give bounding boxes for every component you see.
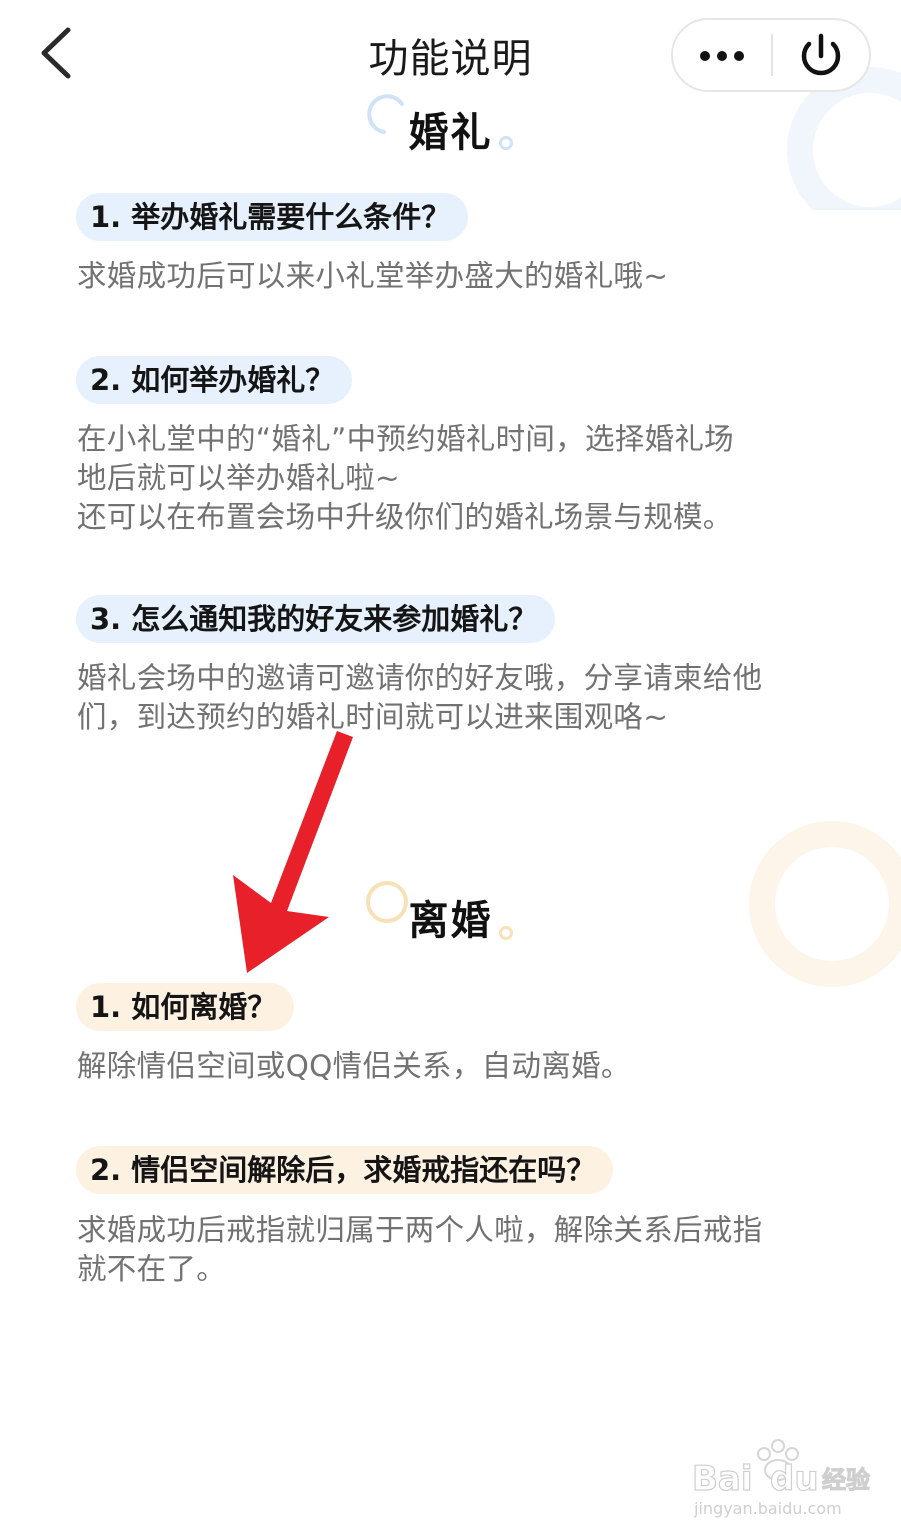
close-program-button[interactable]	[773, 20, 869, 90]
mini-program-capsule	[671, 18, 871, 92]
power-icon	[801, 33, 841, 76]
baidu-paw-logo-icon: Bai du 经验 jingyan.baidu.com	[691, 1439, 871, 1518]
more-button[interactable]	[673, 20, 771, 90]
faq-question: 2. 如何举办婚礼？	[76, 356, 353, 404]
faq-question: 1. 举办婚礼需要什么条件？	[76, 193, 469, 241]
faq-answer: 在小礼堂中的“婚礼”中预约婚礼时间，选择婚礼场 地后就可以举办婚礼啦~ 还可以在…	[77, 422, 734, 534]
faq-question: 2. 情侣空间解除后，求婚戒指还在吗？	[76, 1146, 614, 1194]
faq-answer: 解除情侣空间或QQ情侣关系，自动离婚。	[77, 1049, 631, 1083]
more-dots-icon	[700, 51, 744, 61]
section-heading-wedding: 婚礼	[408, 110, 493, 156]
svg-text:jingyan.baidu.com: jingyan.baidu.com	[693, 1499, 842, 1518]
faq-answer: 求婚成功后戒指就归属于两个人啦，解除关系后戒指 就不在了。	[77, 1213, 763, 1286]
faq-answer: 婚礼会场中的邀请可邀请你的好友哦，分享请柬给他 们，到达预约的婚礼时间就可以进来…	[77, 661, 763, 734]
faq-answer: 求婚成功后可以来小礼堂举办盛大的婚礼哦~	[77, 259, 669, 293]
section-heading-divorce: 离婚	[408, 898, 493, 944]
svg-text:Bai: Bai	[692, 1459, 753, 1499]
baidu-jingyan-watermark: Bai du 经验 jingyan.baidu.com	[688, 1432, 878, 1522]
faq-question: 3. 怎么通知我的好友来参加婚礼？	[76, 595, 556, 643]
faq-question: 1. 如何离婚？	[76, 983, 295, 1031]
svg-text:经验: 经验	[822, 1466, 870, 1494]
svg-text:du: du	[770, 1459, 819, 1499]
